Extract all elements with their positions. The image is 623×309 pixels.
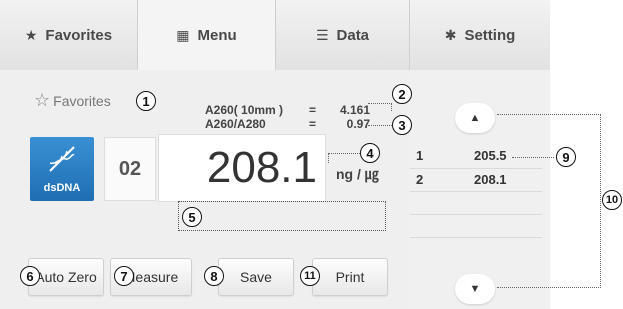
tab-label: Favorites <box>45 26 113 44</box>
tab-menu[interactable]: ▦ Menu <box>138 0 276 70</box>
callout-badge: 2 <box>392 84 412 104</box>
save-button[interactable]: Save <box>218 258 294 296</box>
ratio-eq: = <box>308 117 316 131</box>
callout-badge: 7 <box>114 266 134 286</box>
dna-helix-icon <box>49 146 75 172</box>
star-icon: ★ <box>24 26 38 43</box>
sample-type-button[interactable]: dsDNA <box>30 137 94 201</box>
callout-badge: 6 <box>20 266 40 286</box>
callout-badge: 3 <box>392 115 412 135</box>
callout-badge: 8 <box>204 266 224 286</box>
ratio-label: A260/A280 <box>205 117 266 131</box>
callout-badge: 9 <box>556 147 576 167</box>
tab-bar: ★ Favorites ▦ Menu ☰ Data ✱ Setting <box>0 0 550 70</box>
ratio-value: 0.97 <box>346 117 370 131</box>
print-button[interactable]: Print <box>312 258 388 296</box>
callout-badge: 1 <box>136 91 156 111</box>
triangle-up-icon: ▲ <box>469 112 481 124</box>
callout-badge: 10 <box>602 190 622 210</box>
callout-badge: 4 <box>360 143 380 163</box>
result-index: 1 <box>416 148 424 163</box>
concentration-value: 208.1 <box>158 134 326 202</box>
scroll-up-button[interactable]: ▲ <box>455 103 495 133</box>
ratio-eq: = <box>308 103 316 117</box>
sample-type-label: dsDNA <box>43 182 81 194</box>
tab-label: Menu <box>197 26 237 44</box>
leader-bracket <box>497 114 601 288</box>
callout-badge: 5 <box>182 207 202 227</box>
result-index: 2 <box>416 172 424 187</box>
message-area <box>178 201 386 231</box>
ratio-a260-a280: A260/A280 = 0.97 <box>205 117 370 131</box>
leader-line <box>368 125 392 126</box>
favorites-label: Favorites <box>53 92 111 109</box>
ratio-label: A260( 10mm ) <box>205 103 284 117</box>
ratio-a260: A260( 10mm ) = 4.161 <box>205 103 370 117</box>
list-icon: ☰ <box>315 26 329 43</box>
gear-icon: ✱ <box>444 26 457 43</box>
tab-setting[interactable]: ✱ Setting <box>410 0 550 70</box>
sample-number: 02 <box>104 137 156 201</box>
concentration-unit: ng / ㎍ <box>336 166 379 182</box>
ratio-value: 4.161 <box>339 103 370 117</box>
leader-line <box>328 153 360 163</box>
star-outline-icon: ☆ <box>34 90 51 110</box>
favorites-toggle[interactable]: ☆ Favorites <box>34 90 111 111</box>
leader-line <box>368 103 392 111</box>
callout-badge: 11 <box>300 266 320 286</box>
tab-data[interactable]: ☰ Data <box>276 0 410 70</box>
triangle-down-icon: ▼ <box>469 283 481 295</box>
tab-label: Setting <box>464 26 516 44</box>
scroll-down-button[interactable]: ▼ <box>455 274 495 304</box>
grid-icon: ▦ <box>176 26 190 43</box>
tab-label: Data <box>336 26 370 44</box>
tab-favorites[interactable]: ★ Favorites <box>0 0 138 70</box>
